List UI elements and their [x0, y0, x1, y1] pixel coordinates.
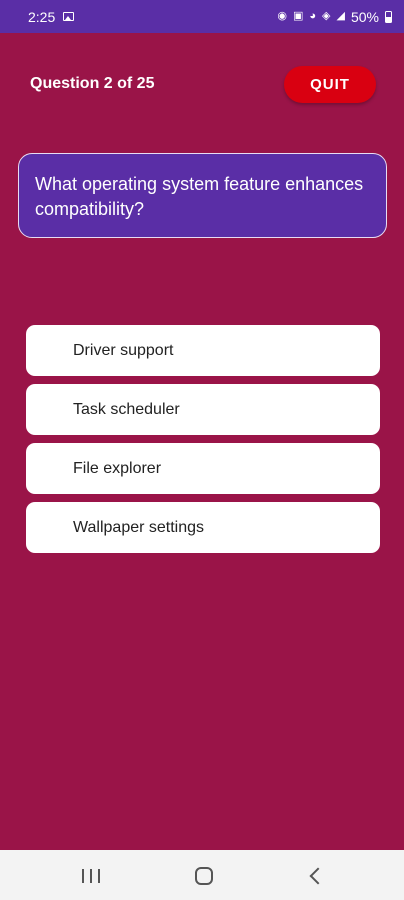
wifi-icon: ◈	[322, 10, 331, 22]
home-icon[interactable]	[195, 867, 213, 885]
bug-icon: ◉	[277, 10, 287, 22]
answer-option-2[interactable]: Task scheduler	[26, 384, 380, 435]
question-counter: Question 2 of 25	[30, 75, 155, 92]
battery-text: 50%	[350, 8, 379, 25]
quit-button[interactable]: QUIT	[284, 65, 376, 103]
back-icon[interactable]	[309, 867, 327, 885]
cast-icon: ◕	[309, 10, 317, 22]
nfc-icon: ▣	[292, 10, 304, 22]
status-right: ◉ ▣ ◕ ◈ ◢ 50%	[277, 9, 392, 25]
answer-options: Driver support Task scheduler File explo…	[26, 325, 380, 561]
answer-option-1[interactable]: Driver support	[26, 325, 380, 376]
question-text: What operating system feature enhances c…	[35, 174, 364, 219]
question-card: What operating system feature enhances c…	[18, 153, 387, 238]
navigation-bar	[0, 850, 404, 900]
status-left: 2:25	[28, 8, 75, 25]
answer-option-label: Driver support	[73, 341, 174, 359]
status-bar: 2:25 ◉ ▣ ◕ ◈ ◢ 50%	[0, 0, 404, 33]
image-icon	[63, 12, 75, 21]
signal-icon: ◢	[336, 10, 345, 22]
answer-option-label: Wallpaper settings	[73, 518, 205, 536]
battery-icon	[385, 10, 392, 23]
answer-option-label: File explorer	[73, 459, 162, 477]
answer-option-4[interactable]: Wallpaper settings	[26, 502, 380, 553]
answer-option-3[interactable]: File explorer	[26, 443, 380, 494]
answer-option-label: Task scheduler	[73, 400, 180, 418]
status-time: 2:25	[28, 8, 56, 25]
quiz-header: Question 2 of 25 QUIT	[30, 64, 376, 104]
recents-icon[interactable]	[82, 869, 100, 883]
